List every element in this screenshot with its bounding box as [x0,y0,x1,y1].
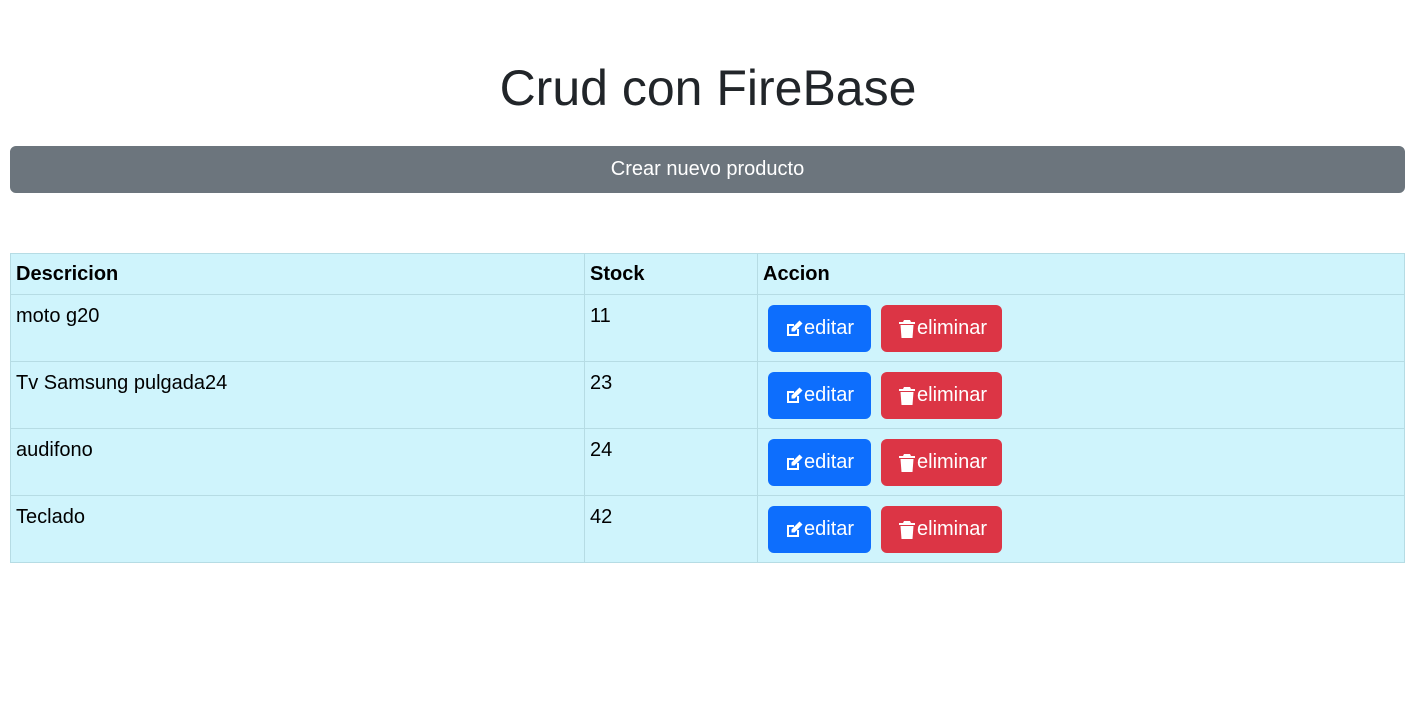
delete-button-label: eliminar [917,451,988,473]
create-product-button[interactable]: Crear nuevo producto [10,146,1405,193]
trash-icon [899,386,915,405]
delete-button[interactable]: eliminar [881,305,1002,352]
trash-icon [899,453,915,472]
table-row: audifono 24 editar eliminar [10,428,1405,496]
edit-button[interactable]: editar [768,439,871,486]
column-header-action: Accion [757,253,1405,295]
product-description: Teclado [10,495,585,563]
delete-button[interactable]: eliminar [881,372,1002,419]
table-row: moto g20 11 editar eliminar [10,294,1405,362]
product-stock: 42 [584,495,758,563]
edit-button-label: editar [804,384,855,406]
delete-button-label: eliminar [917,384,988,406]
table-row: Teclado 42 editar eliminar [10,495,1405,563]
edit-button-label: editar [804,518,855,540]
page-title: Crud con FireBase [499,60,917,116]
row-actions: editar eliminar [757,361,1405,429]
edit-icon [787,454,803,470]
product-stock: 24 [584,428,758,496]
edit-button[interactable]: editar [768,506,871,553]
products-table: Descricion Stock Accion moto g20 11 edit… [10,253,1405,563]
table-row: Tv Samsung pulgada24 23 editar eliminar [10,361,1405,429]
trash-icon [899,520,915,539]
product-stock: 23 [584,361,758,429]
row-actions: editar eliminar [757,294,1405,362]
edit-button-label: editar [804,317,855,339]
product-description: Tv Samsung pulgada24 [10,361,585,429]
product-stock: 11 [584,294,758,362]
edit-icon [787,521,803,537]
trash-icon [899,319,915,338]
delete-button[interactable]: eliminar [881,506,1002,553]
row-actions: editar eliminar [757,495,1405,563]
delete-button-label: eliminar [917,518,988,540]
edit-icon [787,320,803,336]
edit-button[interactable]: editar [768,305,871,352]
product-description: moto g20 [10,294,585,362]
column-header-description: Descricion [10,253,585,295]
table-header-row: Descricion Stock Accion [10,253,1405,295]
product-description: audifono [10,428,585,496]
delete-button-label: eliminar [917,317,988,339]
edit-button[interactable]: editar [768,372,871,419]
row-actions: editar eliminar [757,428,1405,496]
delete-button[interactable]: eliminar [881,439,1002,486]
edit-icon [787,387,803,403]
column-header-stock: Stock [584,253,758,295]
edit-button-label: editar [804,451,855,473]
